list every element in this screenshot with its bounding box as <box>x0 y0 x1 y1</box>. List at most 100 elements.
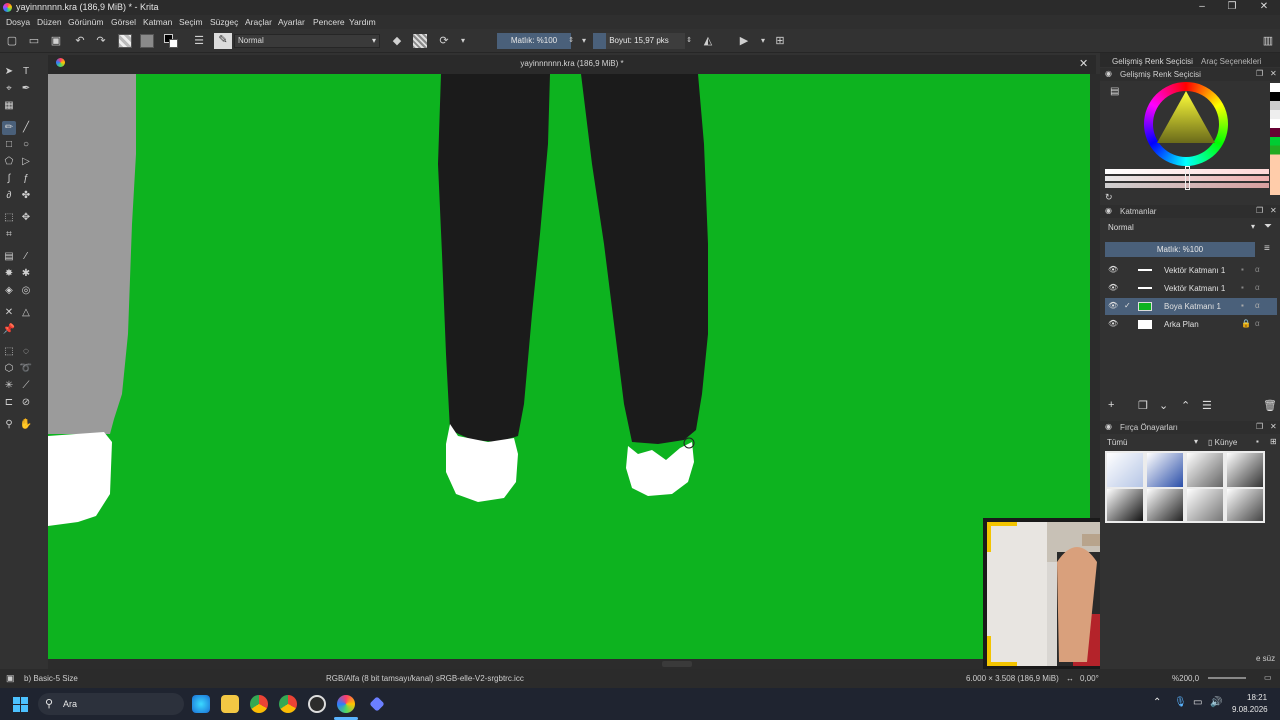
open-document-icon[interactable]: ▭ <box>27 34 41 48</box>
bezier-tool-icon[interactable]: ∫ <box>2 172 16 186</box>
menu-layer[interactable]: Katman <box>143 17 172 27</box>
clock-time[interactable]: 18:21 <box>1247 693 1267 702</box>
dynamic-brush-icon[interactable]: ∂ <box>2 189 16 203</box>
pattern-swatch-icon[interactable] <box>140 34 154 48</box>
taskbar-search-box[interactable]: ⚲ Ara <box>38 693 184 715</box>
add-layer-icon[interactable]: + <box>1108 399 1114 411</box>
gradient-tool-icon[interactable]: ▤ <box>2 250 16 264</box>
eye-icon[interactable]: 👁 <box>1108 301 1118 310</box>
spin-arrows-icon[interactable]: ⇕ <box>564 34 578 48</box>
reference-tool-icon[interactable]: 📌 <box>2 323 16 337</box>
edit-shapes-icon[interactable]: ⌖ <box>2 82 16 96</box>
workspace-chooser-icon[interactable]: ▥ <box>1261 34 1275 48</box>
shade-indicator[interactable] <box>1185 166 1190 190</box>
opacity-slider[interactable]: Matlık: %100 <box>497 33 571 49</box>
lock-icon[interactable]: ▪ <box>1241 283 1244 292</box>
krita-taskbar-icon[interactable] <box>337 695 355 713</box>
zoom-slider[interactable] <box>1208 677 1246 679</box>
expand-icon[interactable]: ⊞ <box>1270 437 1277 446</box>
alpha-icon[interactable]: α <box>1255 319 1260 328</box>
microphone-icon[interactable]: 🎙 <box>1174 697 1187 708</box>
eraser-icon[interactable]: ◆ <box>390 34 404 48</box>
menu-file[interactable]: Dosya <box>6 17 30 27</box>
pan-tool-icon[interactable]: ✋ <box>19 418 33 432</box>
similar-select-icon[interactable]: ⟋ <box>19 379 33 393</box>
network-icon[interactable]: ▭ <box>1193 697 1202 708</box>
freehand-brush-icon[interactable]: ✏ <box>2 121 16 135</box>
reload-preset-icon[interactable]: ⟳ <box>437 34 451 48</box>
ellipse-select-icon[interactable]: ◌ <box>19 345 33 359</box>
chrome-profile-icon[interactable] <box>279 695 297 713</box>
wrap-around-icon[interactable]: ⊞ <box>773 34 787 48</box>
fit-view-icon[interactable]: ▭ <box>1264 673 1272 682</box>
new-document-icon[interactable]: ▢ <box>5 34 19 48</box>
obs-studio-icon[interactable] <box>308 695 326 713</box>
undo-icon[interactable]: ↶ <box>73 34 87 48</box>
preserve-alpha-icon[interactable] <box>413 34 427 48</box>
horizontal-scrollbar[interactable] <box>48 659 1090 669</box>
magnetic-select-icon[interactable]: ⊘ <box>19 396 33 410</box>
brush-preset-tile[interactable] <box>1147 453 1183 487</box>
delete-layer-icon[interactable]: 🗑 <box>1263 399 1277 412</box>
rectangle-tool-icon[interactable]: □ <box>2 138 16 152</box>
saturation-triangle[interactable] <box>1153 89 1219 149</box>
zoom-tool-icon[interactable]: ⚲ <box>2 418 16 432</box>
alpha-icon[interactable]: α <box>1255 265 1260 274</box>
eye-icon[interactable]: 👁 <box>1108 319 1118 328</box>
check-icon[interactable]: ✓ <box>1124 301 1131 310</box>
lock-icon[interactable]: 🔒 <box>1241 319 1251 328</box>
brush-preset-tile[interactable] <box>1107 489 1143 521</box>
colorize-mask-icon[interactable]: ✸ <box>2 267 16 281</box>
recent-colors-strip[interactable] <box>1270 83 1280 195</box>
layer-row[interactable]: 👁 Arka Plan 🔒 α <box>1105 316 1277 333</box>
menu-filter[interactable]: Süzgeç <box>210 17 238 27</box>
volume-icon[interactable]: 🔊 <box>1210 697 1222 708</box>
move-down-icon[interactable]: ⌄ <box>1159 399 1168 412</box>
polygon-select-icon[interactable]: ⬡ <box>2 362 16 376</box>
brush-preset-tile[interactable] <box>1187 453 1223 487</box>
layer-row[interactable]: 👁 Vektör Katmanı 1 ▪ α <box>1105 280 1277 297</box>
close-window-button[interactable]: ✕ <box>1248 0 1280 15</box>
menu-edit[interactable]: Düzen <box>37 17 62 27</box>
menu-image[interactable]: Görsel <box>111 17 136 27</box>
menu-lines-icon[interactable]: ≡ <box>1264 243 1270 254</box>
size-slider[interactable]: Boyut: 15,97 pks <box>593 33 685 49</box>
layer-row[interactable]: 👁 Vektör Katmanı 1 ▪ α <box>1105 262 1277 279</box>
alpha-icon[interactable]: α <box>1255 283 1260 292</box>
calligraphy-icon[interactable]: ✒ <box>19 82 33 96</box>
lock-icon[interactable]: ▪ <box>1241 301 1244 310</box>
gradient-swatch-icon[interactable] <box>118 34 132 48</box>
maximize-button[interactable]: ❐ <box>1216 0 1248 15</box>
layer-row-selected[interactable]: 👁 ✓ Boya Katmanı 1 ▪ α <box>1105 298 1277 315</box>
lock-icon[interactable]: ▪ <box>1241 265 1244 274</box>
select-shapes-icon[interactable]: ➤ <box>2 65 16 79</box>
freehand-select-icon[interactable]: ➰ <box>19 362 33 376</box>
menu-select[interactable]: Seçim <box>179 17 203 27</box>
brush-preset-tile[interactable] <box>1227 489 1263 521</box>
polyline-tool-icon[interactable]: ▷ <box>19 155 33 169</box>
polygon-tool-icon[interactable]: ⬠ <box>2 155 16 169</box>
document-tab-title[interactable]: yayinnnnnn.kra (186,9 MiB) * <box>48 59 1096 68</box>
brush-filter-select[interactable]: Tümü ▾ <box>1105 437 1200 449</box>
spin-arrows-icon[interactable]: ⇕ <box>682 34 696 48</box>
contiguous-select-icon[interactable]: ✳ <box>2 379 16 393</box>
move-tool-icon[interactable]: ✥ <box>19 211 33 225</box>
tab-tool-options[interactable]: Araç Seçenekleri <box>1201 57 1261 66</box>
redo-icon[interactable]: ↷ <box>94 34 108 48</box>
brush-preset-tile[interactable] <box>1147 489 1183 521</box>
layer-opacity-slider[interactable]: Matlık: %100 <box>1105 242 1255 257</box>
clock-date[interactable]: 9.08.2026 <box>1232 705 1268 714</box>
freehand-path-icon[interactable]: ƒ <box>19 172 33 186</box>
save-icon[interactable]: ▣ <box>49 34 63 48</box>
layer-properties-icon[interactable]: ☰ <box>1202 399 1212 412</box>
close-docker-icon[interactable]: ✕ <box>1270 69 1277 78</box>
file-explorer-icon[interactable] <box>221 695 239 713</box>
text-tool-icon[interactable]: T <box>19 65 33 79</box>
chrome-browser-icon[interactable] <box>250 695 268 713</box>
zoom-value[interactable]: %200,0 <box>1172 674 1199 683</box>
mirror-vertical-icon[interactable]: ▶ <box>737 34 751 48</box>
blend-mode-select[interactable]: Normal ▾ <box>234 34 380 48</box>
lock-icon[interactable]: ◉ <box>1105 422 1112 431</box>
menu-tools[interactable]: Araçlar <box>245 17 272 27</box>
edge-browser-icon[interactable] <box>192 695 210 713</box>
